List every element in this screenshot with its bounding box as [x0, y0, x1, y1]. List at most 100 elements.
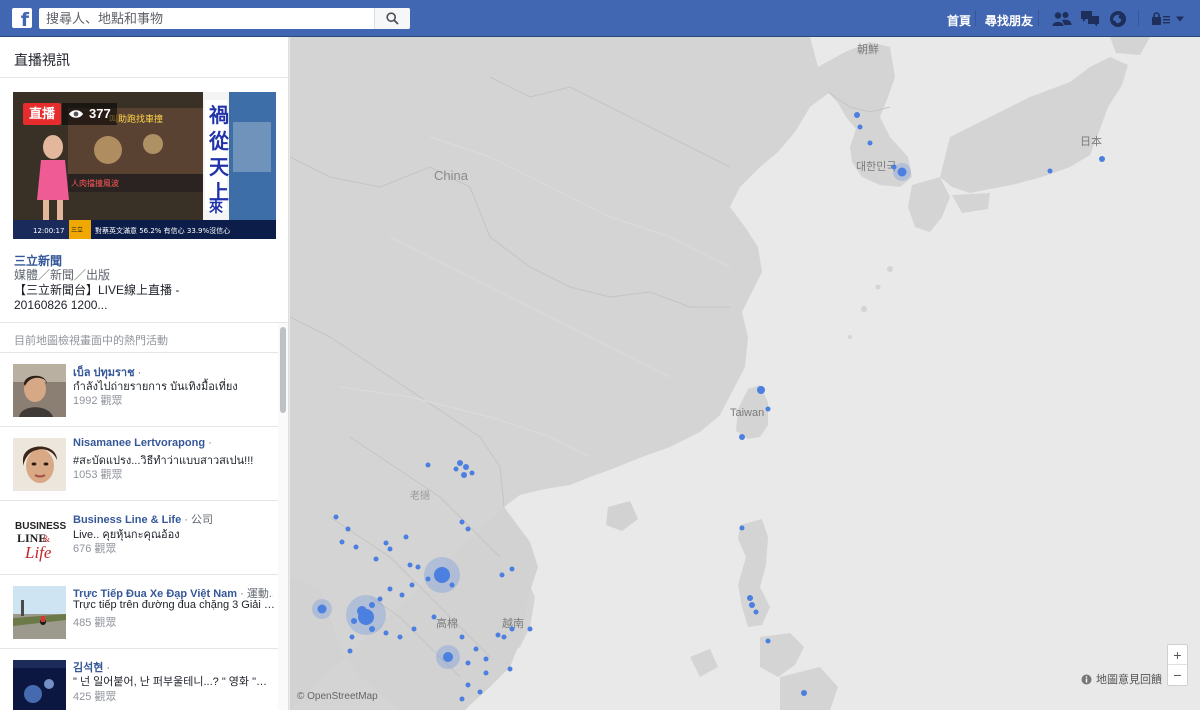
live-marker[interactable] — [345, 526, 351, 532]
live-marker[interactable] — [747, 595, 753, 601]
live-item-thumbnail[interactable] — [13, 364, 66, 417]
live-marker[interactable] — [397, 634, 403, 640]
live-marker[interactable] — [765, 406, 771, 412]
openstreetmap-attribution[interactable]: © OpenStreetMap — [297, 691, 378, 702]
live-marker[interactable] — [739, 434, 745, 440]
live-list-item[interactable]: Nisamanee Lertvorapong · #สะบัดแปรง...วิ… — [0, 427, 278, 501]
live-marker[interactable] — [459, 696, 465, 702]
live-map[interactable]: China 朝鮮 대한민국 日本 Taiwan 老撾 高棉 越南 © OpenS… — [290, 37, 1200, 710]
live-marker[interactable] — [461, 472, 467, 478]
live-marker[interactable] — [347, 648, 353, 654]
live-marker[interactable] — [891, 164, 897, 170]
live-marker[interactable] — [383, 630, 389, 636]
live-marker[interactable] — [399, 592, 405, 598]
featured-page-category: 媒體／新聞／出版 — [14, 268, 111, 282]
top-navigation-bar: f 首頁 尋找朋友 — [0, 0, 1200, 37]
live-marker[interactable] — [459, 634, 465, 640]
live-marker[interactable] — [369, 626, 375, 632]
live-marker[interactable] — [483, 670, 489, 676]
zoom-out-button[interactable]: − — [1168, 665, 1187, 685]
live-marker[interactable] — [434, 567, 450, 583]
live-marker[interactable] — [431, 614, 437, 620]
live-marker[interactable] — [509, 566, 515, 572]
live-marker[interactable] — [753, 609, 759, 615]
live-item-thumbnail[interactable] — [13, 660, 66, 710]
live-list-item[interactable]: Trực Tiếp Đua Xe Đạp Việt Nam · 運動... Tr… — [0, 575, 278, 649]
live-marker[interactable] — [1047, 168, 1053, 174]
sidebar-scrollbar-thumb[interactable] — [280, 327, 286, 413]
live-item-thumbnail[interactable] — [13, 586, 66, 639]
live-marker[interactable] — [425, 576, 431, 582]
live-marker[interactable] — [349, 634, 355, 640]
live-marker[interactable] — [867, 140, 873, 146]
live-marker[interactable] — [739, 525, 745, 531]
live-marker[interactable] — [351, 618, 357, 624]
live-marker[interactable] — [317, 604, 327, 614]
live-marker[interactable] — [403, 534, 409, 540]
live-marker[interactable] — [465, 660, 471, 666]
live-item-name-link[interactable]: Nisamanee Lertvorapong — [73, 437, 205, 449]
live-marker[interactable] — [415, 564, 421, 570]
live-marker[interactable] — [353, 544, 359, 550]
account-menu-icon[interactable] — [1173, 9, 1187, 28]
live-marker[interactable] — [477, 689, 483, 695]
nav-divider — [1038, 10, 1039, 26]
live-marker[interactable] — [463, 464, 469, 470]
live-marker[interactable] — [407, 562, 413, 568]
live-marker[interactable] — [339, 539, 345, 545]
facebook-logo-icon[interactable]: f — [12, 8, 32, 30]
live-marker[interactable] — [801, 690, 807, 696]
live-marker[interactable] — [387, 586, 393, 592]
live-marker[interactable] — [465, 526, 471, 532]
live-marker[interactable] — [749, 602, 755, 608]
live-marker[interactable] — [495, 632, 501, 638]
live-marker[interactable] — [387, 546, 393, 552]
business-line-life-logo[interactable]: BUSINESS LINE & Life — [13, 512, 66, 565]
live-marker[interactable] — [897, 167, 907, 177]
nav-find-friends-link[interactable]: 尋找朋友 — [985, 12, 1033, 29]
live-marker[interactable] — [509, 626, 515, 632]
nav-home-link[interactable]: 首頁 — [947, 12, 971, 29]
live-marker[interactable] — [358, 609, 374, 625]
live-marker[interactable] — [453, 466, 459, 472]
featured-live-video-thumbnail[interactable]: 12:00:17 三立 對蔡英文滿意 56.2% 有信心 33.9%沒信心 禍 … — [13, 92, 276, 239]
live-marker[interactable] — [333, 514, 339, 520]
live-marker[interactable] — [857, 124, 863, 130]
live-list-item[interactable]: เบ็ล ปทุมราช · กำลังไปถ่ายรายการ บันเทิง… — [0, 353, 278, 427]
live-marker[interactable] — [527, 626, 533, 632]
live-marker[interactable] — [507, 666, 513, 672]
live-marker[interactable] — [409, 582, 415, 588]
search-input[interactable] — [39, 8, 372, 29]
live-marker[interactable] — [425, 462, 431, 468]
svg-text:來: 來 — [209, 199, 223, 216]
live-marker[interactable] — [449, 582, 455, 588]
live-marker[interactable] — [457, 460, 463, 466]
privacy-shortcuts-icon[interactable] — [1150, 9, 1172, 28]
live-marker[interactable] — [499, 572, 505, 578]
live-marker[interactable] — [1099, 156, 1105, 162]
live-marker[interactable] — [377, 596, 383, 602]
live-marker[interactable] — [411, 626, 417, 632]
search-button[interactable] — [374, 8, 410, 29]
live-marker[interactable] — [383, 540, 389, 546]
live-marker[interactable] — [469, 470, 475, 476]
friend-requests-icon[interactable] — [1052, 9, 1072, 28]
live-list-item[interactable]: BUSINESS LINE & Life Business Line & Life ·… — [0, 501, 278, 575]
zoom-in-button[interactable]: + — [1168, 645, 1187, 665]
live-item-thumbnail[interactable] — [13, 438, 66, 491]
messages-icon[interactable] — [1080, 9, 1100, 28]
live-marker[interactable] — [373, 556, 379, 562]
live-marker[interactable] — [765, 638, 771, 644]
map-feedback-link[interactable]: 地圖意見回饋 — [1081, 671, 1162, 687]
live-marker[interactable] — [369, 602, 375, 608]
live-marker[interactable] — [473, 646, 479, 652]
live-marker[interactable] — [459, 519, 465, 525]
live-marker[interactable] — [854, 112, 860, 118]
live-list-item[interactable]: 김석현 · " 넌 일어붙어, 난 퍼부울테니...? " 영화 "거룩... … — [0, 649, 278, 710]
live-marker[interactable] — [483, 656, 489, 662]
live-marker[interactable] — [465, 682, 471, 688]
live-marker[interactable] — [501, 634, 507, 640]
live-marker[interactable] — [757, 386, 765, 394]
live-marker[interactable] — [443, 652, 453, 662]
notifications-icon[interactable] — [1108, 9, 1128, 28]
